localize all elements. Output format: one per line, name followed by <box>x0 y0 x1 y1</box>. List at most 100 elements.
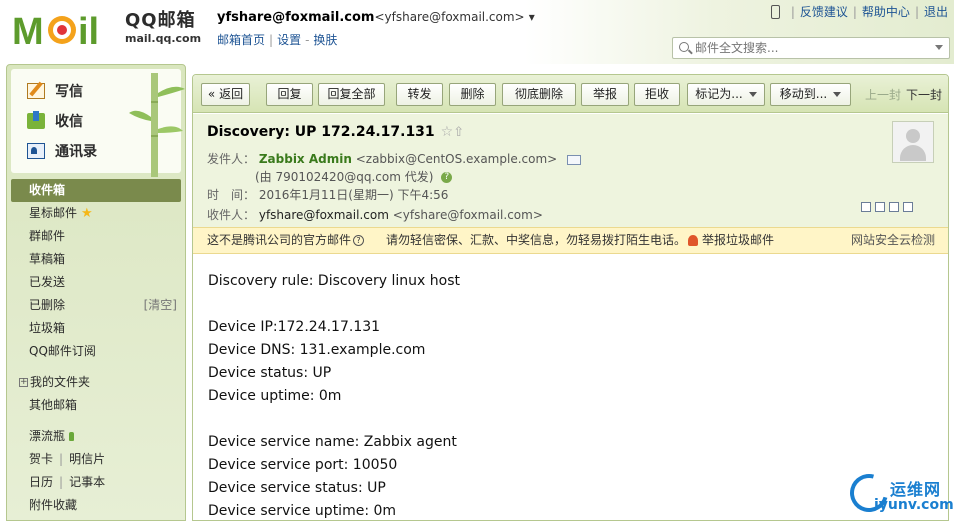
brand-name: QQ邮箱 <box>125 10 196 31</box>
contacts-icon <box>27 143 45 159</box>
help-icon[interactable]: ? <box>441 172 453 183</box>
bottle-icon <box>69 432 75 441</box>
cards-row: 贺卡 | 明信片 <box>11 448 181 471</box>
folder-drafts[interactable]: 草稿箱 <box>11 248 181 271</box>
greeting-card-link[interactable]: 贺卡 <box>29 448 53 471</box>
sender-avatar[interactable] <box>892 121 934 163</box>
permanent-delete-button[interactable]: 彻底删除 <box>502 83 576 106</box>
svg-text:il: il <box>78 11 99 50</box>
mark-as-dropdown[interactable]: 标记为... <box>687 83 765 106</box>
folder-inbox[interactable]: 收件箱 <box>11 179 181 202</box>
folder-qq-subscriptions[interactable]: QQ邮件订阅 <box>11 340 181 363</box>
compose-button[interactable]: 写信 <box>27 79 83 103</box>
feedback-link[interactable]: 反馈建议 <box>800 3 848 20</box>
body-line: Device service uptime: 0m <box>208 503 397 519</box>
calendar-row: 日历 | 记事本 <box>11 471 181 494</box>
delete-button[interactable]: 删除 <box>449 83 496 106</box>
recipient-name[interactable]: yfshare@foxmail.com <box>259 208 389 222</box>
attachment-favorites[interactable]: 附件收藏 <box>11 494 181 517</box>
folder-group-mail[interactable]: 群邮件 <box>11 225 181 248</box>
reply-all-button[interactable]: 回复全部 <box>318 83 385 106</box>
report-spam-label: 举报垃圾邮件 <box>702 233 775 247</box>
expand-icon[interactable]: + <box>19 378 28 387</box>
body-line: Device IP:172.24.17.131 <box>208 319 381 335</box>
folder-deleted[interactable]: 已删除 [清空] <box>11 294 181 317</box>
reply-button[interactable]: 回复 <box>266 83 313 106</box>
sender-name[interactable]: Zabbix Admin <box>259 152 352 166</box>
star-toggle-icon[interactable]: ☆ <box>441 124 454 140</box>
alias-dropdown-icon[interactable]: ▾ <box>529 10 535 24</box>
drift-bottle[interactable]: 漂流瓶 <box>11 425 181 448</box>
body-line: Device uptime: 0m <box>208 388 342 404</box>
account-email: yfshare@foxmail.com <box>217 10 375 25</box>
receive-button[interactable]: 收信 <box>27 109 83 133</box>
recipient-label: 收件人： <box>207 208 256 222</box>
folder-label: 已发送 <box>29 275 66 289</box>
previous-mail-link[interactable]: 上一封 <box>865 86 901 103</box>
folder-starred[interactable]: 星标邮件 ★ <box>11 202 181 225</box>
report-spam-link[interactable]: 举报垃圾邮件 <box>688 228 774 253</box>
mail-view-tools <box>861 202 913 212</box>
change-skin-link[interactable]: 换肤 <box>313 33 337 47</box>
search-options-dropdown-icon[interactable] <box>935 45 943 50</box>
body-line: Device service status: UP <box>208 480 386 496</box>
question-icon[interactable]: ? <box>353 235 365 246</box>
forward-button[interactable]: 转发 <box>396 83 443 106</box>
bamboo-decoration <box>129 73 185 177</box>
not-official-notice: 这不是腾讯公司的官方邮件? <box>207 228 365 253</box>
mailbox-home-link[interactable]: 邮箱首页 <box>217 33 265 47</box>
quick-actions: 写信 收信 通讯录 <box>11 69 185 177</box>
body-line: Discovery rule: Discovery linux host <box>208 273 461 289</box>
move-to-dropdown[interactable]: 移动到... <box>770 83 851 106</box>
calendar-link[interactable]: 日历 <box>29 471 53 494</box>
note-icon[interactable] <box>875 202 885 212</box>
search-icon[interactable] <box>679 42 689 52</box>
contact-card-icon[interactable] <box>567 154 582 165</box>
empty-trash-link[interactable]: [清空] <box>144 294 177 317</box>
flag-icon[interactable]: ⇧ <box>453 125 464 140</box>
settings-link[interactable]: 设置 <box>277 33 301 47</box>
search-input[interactable] <box>695 40 925 56</box>
folder-label: 收件箱 <box>29 183 66 197</box>
receive-icon <box>27 111 45 129</box>
sender-address: <zabbix@CentOS.example.com> <box>355 152 558 166</box>
top-links: | 反馈建议 | 帮助中心 | 退出 <box>770 3 948 20</box>
mobile-icon[interactable] <box>770 4 780 19</box>
new-window-icon[interactable] <box>861 202 871 212</box>
report-icon <box>688 235 698 246</box>
logout-link[interactable]: 退出 <box>924 3 948 20</box>
back-button[interactable]: « 返回 <box>201 83 250 106</box>
proxy-row: (由 790102420@qq.com 代发) ? <box>255 168 453 185</box>
toolbar: « 返回 回复 回复全部 转发 删除 彻底删除 举报 拒收 标记为... 移动到… <box>193 75 948 113</box>
folder-spam[interactable]: 垃圾箱 <box>11 317 181 340</box>
security-advice: 请勿轻信密保、汇款、中奖信息，勿轻易拨打陌生电话。 <box>386 233 687 247</box>
reject-button[interactable]: 拒收 <box>634 83 680 106</box>
print-icon[interactable] <box>903 202 913 212</box>
report-button[interactable]: 举报 <box>581 83 629 106</box>
other-mailboxes[interactable]: 其他邮箱 <box>11 394 181 417</box>
help-link[interactable]: 帮助中心 <box>862 3 910 20</box>
recipient-address: <yfshare@foxmail.com> <box>392 208 543 222</box>
contacts-button[interactable]: 通讯录 <box>27 139 97 163</box>
qqmail-logo[interactable]: M il <box>12 8 122 50</box>
download-icon[interactable] <box>889 202 899 212</box>
folder-label: 其他邮箱 <box>29 398 78 412</box>
next-mail-link[interactable]: 下一封 <box>906 86 942 103</box>
move-to-label: 移动到... <box>779 87 828 101</box>
folder-label: 我的文件夹 <box>30 375 91 389</box>
folder-sent[interactable]: 已发送 <box>11 271 181 294</box>
postcard-link[interactable]: 明信片 <box>69 448 105 471</box>
cloud-security-check[interactable]: 网站安全云检测 <box>851 228 935 253</box>
subject-text: Discovery: UP 172.24.17.131 <box>207 124 435 140</box>
folder-label: 草稿箱 <box>29 252 66 266</box>
body-line: Device service name: Zabbix agent <box>208 434 457 450</box>
star-icon: ★ <box>81 206 93 221</box>
notepad-link[interactable]: 记事本 <box>69 471 105 494</box>
search-box <box>672 37 950 59</box>
my-folders[interactable]: + 我的文件夹 <box>11 371 181 394</box>
chevron-down-icon <box>833 92 842 97</box>
compose-icon <box>27 83 45 99</box>
svg-text:M: M <box>12 11 44 50</box>
account-alias: <yfshare@foxmail.com> <box>374 10 525 24</box>
folder-label: 附件收藏 <box>29 498 78 512</box>
